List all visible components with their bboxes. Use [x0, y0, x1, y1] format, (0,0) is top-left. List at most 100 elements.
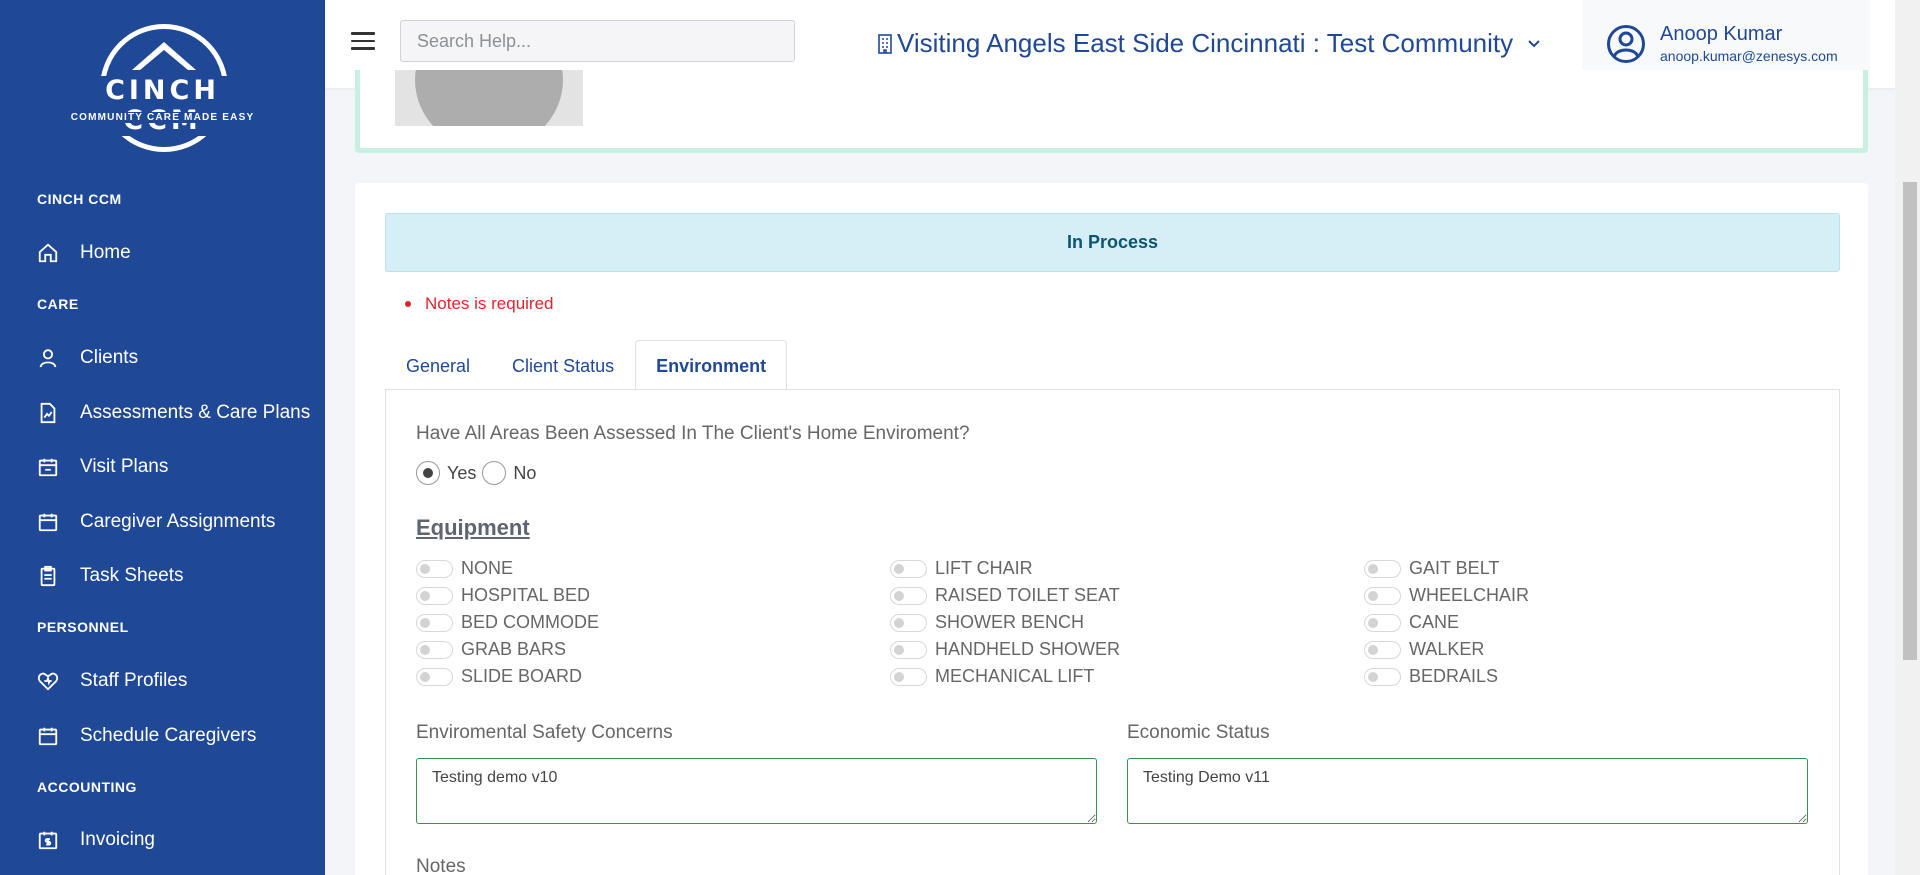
invoice-icon — [37, 829, 59, 851]
sidebar-item-home[interactable]: Home — [37, 242, 131, 264]
equipment-item: BED COMMODE — [416, 609, 599, 636]
equipment-item: RAISED TOILET SEAT — [890, 582, 1120, 609]
equipment-toggle[interactable] — [890, 613, 927, 632]
equipment-item: HANDHELD SHOWER — [890, 636, 1120, 663]
user-avatar-icon — [1607, 25, 1645, 63]
equipment-toggle[interactable] — [416, 667, 453, 686]
organization-selector[interactable]: Visiting Angels East Side Cincinnati : T… — [877, 28, 1541, 59]
equipment-column-1: NONE HOSPITAL BED BED COMMODE GRAB BARS … — [416, 555, 599, 690]
sidebar-item-label: Home — [80, 242, 131, 263]
equipment-heading: Equipment — [416, 515, 530, 540]
equipment-label: NONE — [461, 558, 514, 578]
equipment-item: HOSPITAL BED — [416, 582, 599, 609]
equipment-toggle[interactable] — [416, 586, 453, 605]
equipment-item: SLIDE BOARD — [416, 663, 599, 690]
safety-concerns-label: Enviromental Safety Concerns — [416, 722, 673, 743]
equipment-item: WHEELCHAIR — [1364, 582, 1529, 609]
equipment-toggle[interactable] — [416, 613, 453, 632]
equipment-label: BEDRAILS — [1409, 666, 1499, 686]
assessed-radio-group: Yes No — [416, 461, 542, 485]
section-care: CARE — [37, 296, 79, 312]
bullet-icon — [405, 301, 411, 307]
safety-concerns-field[interactable]: Testing demo v10 — [416, 758, 1097, 824]
sidebar-item-caregiver-assignments[interactable]: Caregiver Assignments — [37, 511, 275, 533]
sidebar-item-staff-profiles[interactable]: Staff Profiles — [37, 670, 187, 692]
equipment-label: SHOWER BENCH — [935, 612, 1085, 632]
equipment-item: GRAB BARS — [416, 636, 599, 663]
equipment-column-2: LIFT CHAIR RAISED TOILET SEAT SHOWER BEN… — [890, 555, 1120, 690]
equipment-label: HANDHELD SHOWER — [935, 639, 1121, 659]
user-name: Anoop Kumar — [1660, 23, 1783, 45]
sidebar-item-task-sheets[interactable]: Task Sheets — [37, 565, 184, 587]
tab-client-status[interactable]: Client Status — [491, 340, 635, 390]
equipment-item: GAIT BELT — [1364, 555, 1529, 582]
equipment-label: WALKER — [1409, 639, 1485, 659]
equipment-item: LIFT CHAIR — [890, 555, 1120, 582]
user-email: anoop.kumar@zenesys.com — [1660, 48, 1838, 64]
user-info: Anoop Kumar anoop.kumar@zenesys.com — [1660, 22, 1838, 66]
equipment-label: WHEELCHAIR — [1409, 585, 1530, 605]
equipment-toggle[interactable] — [890, 667, 927, 686]
scrollbar-thumb[interactable] — [1903, 182, 1917, 660]
equipment-toggle[interactable] — [1364, 559, 1401, 578]
equipment-item: NONE — [416, 555, 599, 582]
equipment-toggle[interactable] — [416, 559, 453, 578]
equipment-item: MECHANICAL LIFT — [890, 663, 1120, 690]
search-input[interactable] — [400, 20, 795, 62]
sidebar: CINCH CCM COMMUNITY CARE MADE EASY CINCH… — [0, 0, 325, 875]
equipment-toggle[interactable] — [1364, 613, 1401, 632]
equipment-toggle[interactable] — [416, 640, 453, 659]
sidebar-item-label: Visit Plans — [80, 456, 169, 477]
organization-name: Visiting Angels East Side Cincinnati : T… — [897, 28, 1514, 58]
equipment-item: CANE — [1364, 609, 1529, 636]
sidebar-item-label: Clients — [80, 347, 139, 368]
sidebar-item-visit-plans[interactable]: Visit Plans — [37, 456, 168, 478]
radio-no-label[interactable]: No — [513, 463, 536, 484]
equipment-toggle[interactable] — [1364, 667, 1401, 686]
logo-house-inner — [140, 50, 188, 70]
equipment-toggle[interactable] — [890, 640, 927, 659]
user-icon — [37, 347, 59, 369]
radio-yes-label[interactable]: Yes — [447, 463, 476, 484]
equipment-label: GRAB BARS — [461, 639, 567, 659]
chevron-down-icon — [1528, 39, 1540, 47]
equipment-label: CANE — [1409, 612, 1460, 632]
sidebar-item-label: Caregiver Assignments — [80, 511, 276, 532]
equipment-toggle[interactable] — [890, 559, 927, 578]
sidebar-item-label: Staff Profiles — [80, 670, 188, 691]
radio-no[interactable] — [482, 461, 507, 485]
calendar-plan-icon — [37, 456, 59, 478]
equipment-toggle[interactable] — [1364, 586, 1401, 605]
tab-general[interactable]: General — [385, 340, 491, 390]
clipboard-icon — [37, 565, 59, 587]
equipment-item: WALKER — [1364, 636, 1529, 663]
equipment-label: HOSPITAL BED — [461, 585, 591, 605]
section-personnel: PERSONNEL — [37, 619, 129, 635]
equipment-toggle[interactable] — [890, 586, 927, 605]
notes-label: Notes — [416, 856, 466, 875]
radio-yes[interactable] — [416, 461, 440, 485]
section-cinch-ccm: CINCH CCM — [37, 191, 122, 207]
equipment-label: BED COMMODE — [461, 612, 600, 632]
equipment-label: LIFT CHAIR — [935, 558, 1033, 578]
tab-environment[interactable]: Environment — [635, 340, 788, 390]
sidebar-item-invoicing[interactable]: Invoicing — [37, 829, 155, 851]
sidebar-item-assessments[interactable]: Assessments & Care Plans — [37, 402, 310, 424]
validation-error: Notes is required — [405, 294, 554, 314]
document-chart-icon — [37, 402, 59, 424]
sidebar-item-clients[interactable]: Clients — [37, 347, 138, 369]
equipment-toggle[interactable] — [1364, 640, 1401, 659]
sidebar-item-label: Schedule Caregivers — [80, 725, 257, 746]
menu-icon[interactable] — [351, 32, 375, 52]
calendar-icon — [37, 511, 59, 533]
avatar-silhouette — [415, 70, 563, 126]
sidebar-item-schedule-caregivers[interactable]: Schedule Caregivers — [37, 725, 256, 747]
brand-logo[interactable]: CINCH CCM COMMUNITY CARE MADE EASY — [60, 20, 265, 155]
sidebar-item-label: Task Sheets — [80, 565, 184, 586]
economic-status-field[interactable]: Testing Demo v11 — [1127, 758, 1808, 824]
equipment-label: RAISED TOILET SEAT — [935, 585, 1120, 605]
equipment-label: MECHANICAL LIFT — [935, 666, 1095, 686]
heart-shield-icon — [37, 670, 59, 692]
client-photo-placeholder — [395, 70, 583, 126]
error-text: Notes is required — [425, 294, 554, 313]
